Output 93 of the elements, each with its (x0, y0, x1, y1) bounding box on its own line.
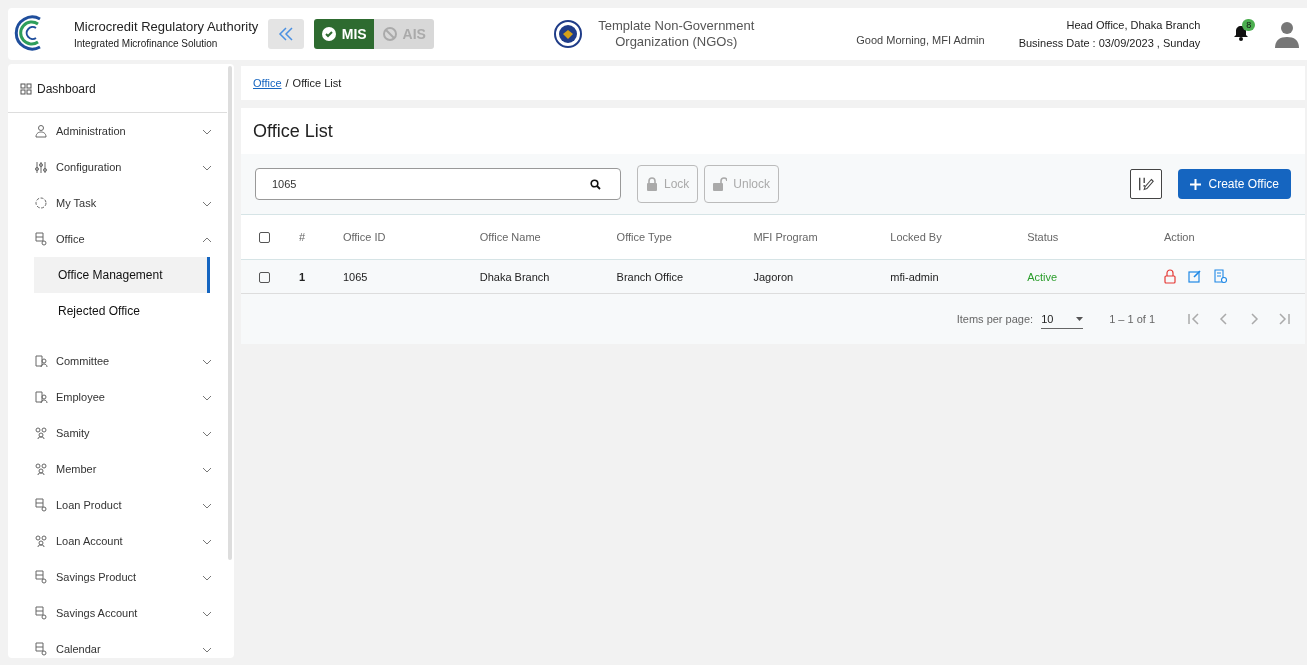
app-title: Microcredit Regulatory Authority (74, 19, 259, 34)
document-view-icon[interactable] (1214, 269, 1229, 284)
breadcrumb-link[interactable]: Office (253, 77, 282, 89)
doc-icon (34, 498, 48, 512)
notification-badge: 8 (1242, 19, 1256, 31)
nav-subitem[interactable]: Rejected Office (34, 293, 210, 329)
mode-toggle[interactable]: MIS (314, 19, 375, 49)
nav-item[interactable]: Calendar (56, 643, 202, 655)
doc-icon (34, 570, 48, 584)
avatar-silhouette-icon[interactable] (1274, 20, 1301, 48)
chevron-icon[interactable] (202, 467, 212, 473)
create-office-button[interactable]: Create Office (1177, 169, 1291, 199)
nav-item[interactable]: Administration (56, 125, 202, 137)
select-all-checkbox[interactable] (259, 232, 270, 244)
nav-item[interactable]: Samity (56, 427, 202, 439)
column-header: Status (1026, 214, 1164, 260)
app-subtitle: Integrated Microfinance Solution (74, 38, 219, 49)
column-header: Action (1163, 214, 1305, 260)
scrollbar[interactable] (228, 66, 232, 560)
group-icon (34, 462, 48, 476)
search-field[interactable]: 1065 (255, 168, 621, 200)
page-title: Office List (252, 119, 334, 143)
chevron-icon[interactable] (202, 129, 212, 135)
check-circle-icon (321, 27, 336, 41)
column-header: Office Name (478, 214, 616, 260)
chevron-icon[interactable] (202, 539, 212, 545)
people-icon (34, 354, 48, 368)
chevron-icon[interactable] (202, 237, 212, 243)
nav-item[interactable]: Loan Product (56, 499, 202, 511)
table-cell: 1065 (341, 259, 479, 294)
items-per-page-label: Items per page: (956, 313, 1034, 325)
grid-icon (20, 83, 32, 95)
group-icon (34, 426, 48, 440)
row-checkbox[interactable] (259, 271, 270, 283)
unlock-icon (713, 177, 728, 191)
branch-name: Head Office, Dhaka Branch (1065, 18, 1201, 33)
doc-icon (34, 232, 48, 246)
column-header: Office ID (341, 214, 479, 260)
chevron-icon[interactable] (202, 165, 212, 171)
group-icon (34, 534, 48, 548)
chevron-icon[interactable] (202, 395, 212, 401)
chevron-icon[interactable] (202, 431, 212, 437)
column-header: Office Type (615, 214, 753, 260)
columns-pencil-icon (1136, 175, 1155, 193)
column-header: # (297, 214, 342, 260)
nav-item[interactable]: Member (56, 463, 202, 475)
breadcrumb-current: Office List (292, 77, 342, 89)
nav-item[interactable]: Savings Account (56, 607, 202, 619)
column-settings-button[interactable] (1129, 169, 1162, 199)
business-date: Business Date : 03/09/2023 , Sunday (1018, 36, 1201, 51)
chevron-icon[interactable] (202, 503, 212, 509)
nav-item[interactable]: Configuration (56, 161, 202, 173)
nav-subitem[interactable]: Office Management (34, 257, 210, 293)
chevron-icon[interactable] (202, 575, 212, 581)
lock-icon (646, 177, 658, 191)
column-header: MFI Program (752, 214, 890, 260)
nav-item[interactable]: Loan Account (56, 535, 202, 547)
collapse-button[interactable] (268, 19, 305, 49)
organization-name: Template Non-Government Organization (NGOs) (597, 18, 756, 50)
blocked-icon (382, 27, 397, 41)
table-cell: mfi-admin (889, 259, 1027, 294)
column-header: Locked By (889, 214, 1027, 260)
edit-icon[interactable] (1188, 269, 1203, 283)
doc-icon (34, 606, 48, 620)
greeting: Good Morning, MFI Admin (856, 34, 985, 46)
table-cell: Jagoron (752, 259, 890, 294)
chevron-icon[interactable] (202, 201, 212, 207)
dashboard-link[interactable]: Dashboard (37, 82, 96, 96)
table-cell: Active (1026, 259, 1164, 294)
search-icon[interactable] (590, 179, 601, 190)
seal-icon (554, 20, 583, 48)
people-icon (34, 390, 48, 404)
table-cell: Dhaka Branch (478, 259, 616, 294)
chevron-icon[interactable] (202, 359, 212, 365)
sliders-icon (34, 160, 48, 174)
nav-item[interactable]: Employee (56, 391, 202, 403)
table-cell: 1 (297, 259, 342, 294)
chevron-icon[interactable] (202, 647, 212, 653)
page-range: 1 – 1 of 1 (1109, 313, 1155, 325)
chevron-icon[interactable] (202, 611, 212, 617)
circle-icon (34, 196, 48, 210)
dropdown-caret-icon (1076, 316, 1084, 321)
nav-item[interactable]: Savings Product (56, 571, 202, 583)
table-cell: Branch Office (615, 259, 753, 294)
breadcrumb-separator: / (285, 77, 289, 89)
nav-item[interactable]: Committee (56, 355, 202, 367)
plus-icon (1189, 178, 1201, 190)
user-icon (34, 124, 48, 138)
page-size-select[interactable]: 10 (1041, 309, 1084, 329)
doc-icon (34, 642, 48, 656)
nav-item[interactable]: My Task (56, 197, 202, 209)
lock-icon[interactable] (1164, 269, 1177, 284)
nav-item[interactable]: Office (56, 233, 202, 245)
